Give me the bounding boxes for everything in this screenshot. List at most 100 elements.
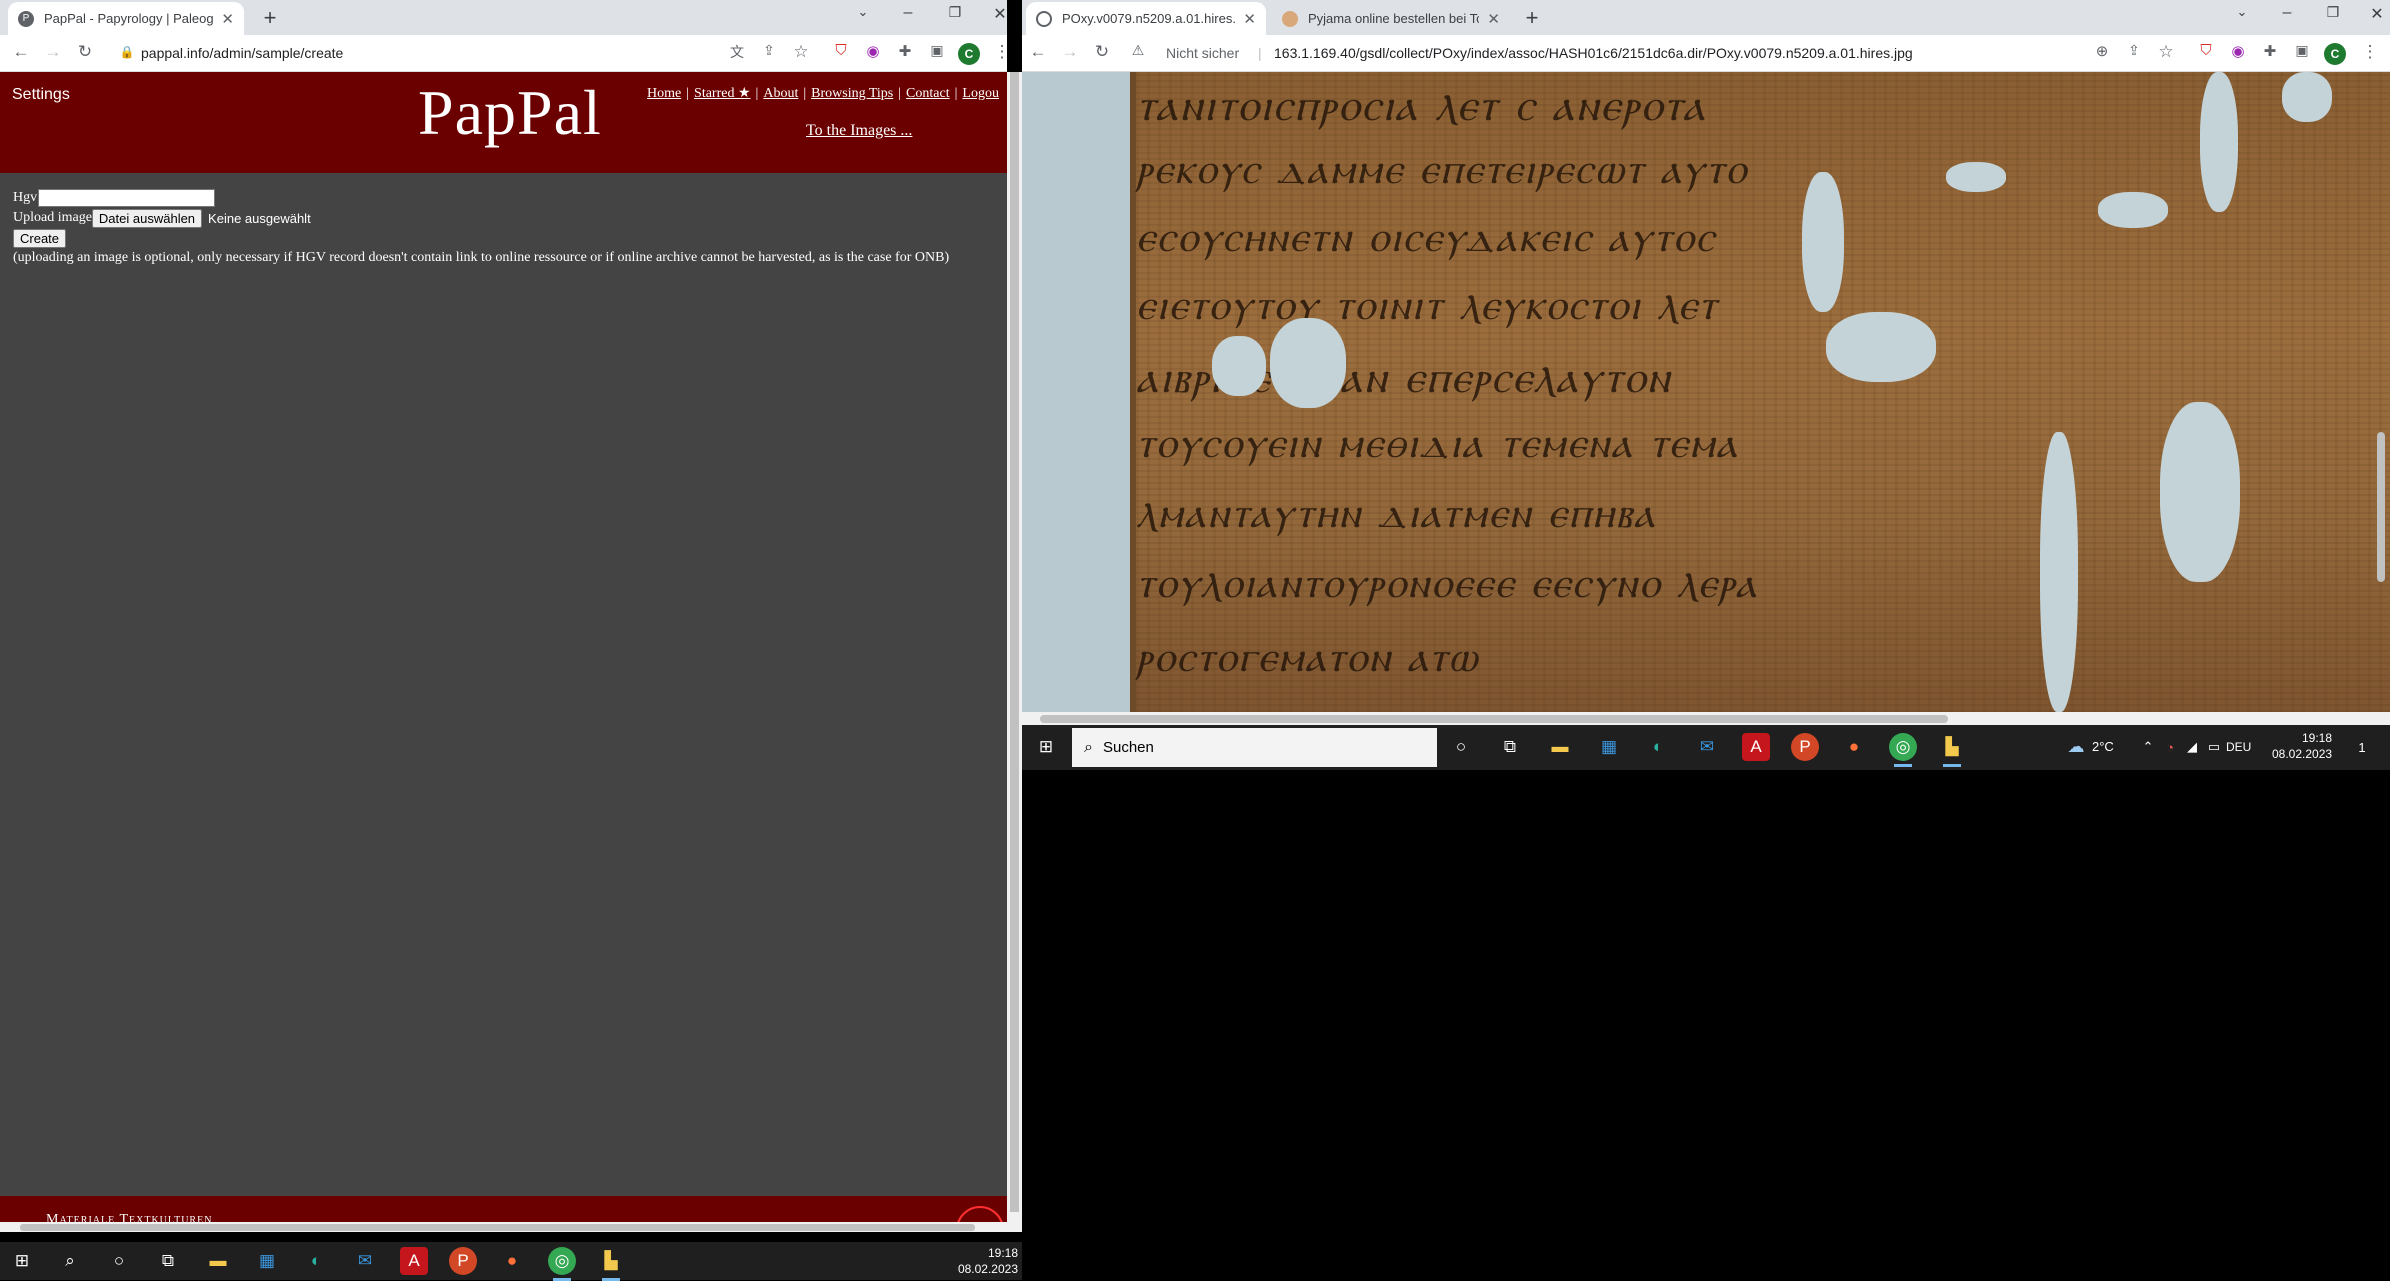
taskbar-clock[interactable]: 19:18 08.02.2023: [2272, 730, 2332, 762]
create-button[interactable]: Create: [13, 228, 67, 248]
menu-kebab-icon[interactable]: ⋮: [2358, 42, 2382, 62]
battery-icon[interactable]: ▭: [2200, 733, 2228, 761]
nav-starred[interactable]: Starred ★: [694, 86, 750, 101]
choose-file-button[interactable]: Datei auswählen: [91, 208, 203, 228]
extension-lb-icon[interactable]: ◉: [2226, 42, 2250, 60]
close-icon[interactable]: ✕: [1243, 10, 1256, 28]
script-line: ⲉⲥⲟⲩⲥⲏⲛⲉⲧⲛ ⲟⲓⲥⲉⲩⲇⲁⲕⲉⲓⲥ ⲁⲩⲧⲟⲥ: [1136, 212, 1716, 261]
firefox-icon[interactable]: ●: [1840, 733, 1868, 761]
new-tab-icon[interactable]: +: [1519, 5, 1545, 31]
vertical-scrollbar[interactable]: [1007, 72, 1022, 1232]
close-window-icon[interactable]: ✕: [985, 4, 1007, 24]
taskbar-search[interactable]: ⌕ Suchen: [1072, 728, 1437, 767]
extension-shield-icon[interactable]: ⛉: [829, 42, 853, 59]
task-view-icon[interactable]: ⧉: [1496, 733, 1524, 761]
nav-home[interactable]: Home: [647, 86, 681, 101]
to-images-link[interactable]: To the Images ...: [806, 122, 912, 140]
translate-icon[interactable]: 文: [725, 42, 749, 62]
taskbar-clock[interactable]: 19:18 08.02.2023: [950, 1245, 1018, 1277]
nav-about[interactable]: About: [763, 86, 798, 101]
acrobat-icon[interactable]: A: [400, 1247, 428, 1275]
powerpoint-icon[interactable]: P: [449, 1247, 477, 1275]
restore-icon[interactable]: ❐: [2318, 4, 2348, 21]
url-input[interactable]: pappal.info/admin/sample/create: [141, 45, 343, 61]
close-icon[interactable]: ✕: [1487, 10, 1500, 28]
minimize-icon[interactable]: –: [893, 4, 923, 22]
tab-pyjama[interactable]: Pyjama online bestellen bei Tchi ✕: [1272, 2, 1510, 35]
security-label[interactable]: Nicht sicher: [1166, 45, 1239, 61]
mail-icon[interactable]: ✉: [351, 1247, 379, 1275]
restore-icon[interactable]: ❐: [940, 4, 970, 21]
language-indicator[interactable]: DEU: [2226, 739, 2251, 755]
settings-link[interactable]: Settings: [12, 86, 70, 104]
firefox-icon[interactable]: ●: [498, 1247, 526, 1275]
scrollbar-thumb[interactable]: [20, 1224, 975, 1231]
close-icon[interactable]: ✕: [221, 10, 234, 28]
close-window-icon[interactable]: ✕: [2362, 4, 2390, 24]
tab-poxy-image[interactable]: POxy.v0079.n5209.a.01.hires.jpg ✕: [1026, 2, 1266, 35]
bookmark-star-icon[interactable]: ☆: [2154, 42, 2178, 62]
bookmark-star-icon[interactable]: ☆: [789, 42, 813, 62]
sidepanel-icon[interactable]: ▣: [925, 42, 949, 59]
back-icon[interactable]: ←: [9, 42, 33, 62]
lock-icon[interactable]: 🔒: [115, 45, 139, 59]
nav-logout[interactable]: Logou: [962, 86, 999, 101]
cortana-icon[interactable]: ○: [1447, 733, 1475, 761]
explorer-window-icon[interactable]: ▙: [597, 1247, 625, 1281]
explorer-window-icon[interactable]: ▙: [1938, 733, 1966, 767]
edge-icon[interactable]: ◐: [302, 1247, 330, 1275]
back-icon[interactable]: ←: [1026, 42, 1050, 62]
weather-icon[interactable]: ☁: [2062, 733, 2090, 761]
nav-browsing-tips[interactable]: Browsing Tips: [811, 86, 893, 101]
extension-shield-icon[interactable]: ⛉: [2194, 42, 2218, 59]
windows-start-icon[interactable]: ⊞: [1032, 733, 1060, 761]
share-icon[interactable]: ⇪: [2122, 42, 2146, 59]
chrome-icon[interactable]: ◎: [548, 1247, 576, 1281]
edge-icon[interactable]: ◐: [1644, 733, 1672, 761]
horizontal-scrollbar[interactable]: [0, 1222, 1007, 1232]
powerpoint-icon[interactable]: P: [1791, 733, 1819, 761]
horizontal-scrollbar[interactable]: [1022, 712, 2390, 725]
hgv-input[interactable]: [38, 189, 216, 207]
weather-temp[interactable]: 2°C: [2092, 739, 2114, 755]
reload-icon[interactable]: ↻: [73, 42, 97, 62]
file-explorer-icon[interactable]: ▬: [204, 1247, 232, 1275]
windows-start-icon[interactable]: ⊞: [8, 1247, 36, 1275]
cortana-icon[interactable]: ○: [105, 1247, 133, 1275]
chrome-icon[interactable]: ◎: [1889, 733, 1917, 767]
forward-icon[interactable]: →: [41, 42, 65, 62]
file-explorer-icon[interactable]: ▬: [1546, 733, 1574, 761]
chevron-down-icon[interactable]: ⌄: [2227, 4, 2257, 20]
notification-icon[interactable]: 1: [2348, 733, 2376, 761]
forward-icon[interactable]: →: [1058, 42, 1082, 62]
reload-icon[interactable]: ↻: [1090, 42, 1114, 62]
scrollbar-thumb[interactable]: [2377, 432, 2385, 582]
url-input[interactable]: 163.1.169.40/gsdl/collect/POxy/index/ass…: [1274, 45, 1913, 61]
mail-icon[interactable]: ✉: [1693, 733, 1721, 761]
zoom-icon[interactable]: ⊕: [2090, 42, 2114, 60]
profile-avatar[interactable]: C: [2324, 43, 2346, 65]
minimize-icon[interactable]: –: [2272, 4, 2302, 22]
acrobat-icon[interactable]: A: [1742, 733, 1770, 761]
store-icon[interactable]: ▦: [253, 1247, 281, 1275]
nav-contact[interactable]: Contact: [906, 86, 950, 101]
menu-kebab-icon[interactable]: ⋮: [990, 42, 1008, 62]
extension-lb-icon[interactable]: ◉: [861, 42, 885, 60]
search-icon[interactable]: ⌕: [56, 1247, 84, 1275]
script-line: ⲉⲓⲉⲧⲟⲩⲧⲟⲩ ⲧⲟⲓⲛⲓⲧ ⲗⲉⲩⲕⲟⲥⲧⲟⲓ ⲗⲉⲧ: [1136, 280, 1719, 329]
tab-pappal[interactable]: P PapPal - Papyrology | Paleograph ✕: [8, 2, 244, 35]
profile-avatar[interactable]: C: [958, 43, 980, 65]
warning-icon[interactable]: ⚠: [1126, 42, 1150, 59]
site-logo[interactable]: PapPal: [418, 76, 602, 150]
puzzle-extensions-icon[interactable]: ✚: [2258, 42, 2282, 60]
store-icon[interactable]: ▦: [1595, 733, 1623, 761]
new-tab-icon[interactable]: +: [257, 5, 283, 31]
sidepanel-icon[interactable]: ▣: [2290, 42, 2314, 59]
task-view-icon[interactable]: ⧉: [154, 1247, 182, 1275]
scrollbar-thumb[interactable]: [1040, 715, 1948, 723]
chevron-down-icon[interactable]: ⌄: [848, 4, 878, 20]
image-viewport[interactable]: ⲧⲁⲛⲓⲧⲟⲓⲥⲡⲣⲟⲥⲓⲁ ⲗⲉⲧ ⲥ ⲁⲛⲉⲣⲟⲧⲁ ⲣⲉⲕⲟⲩⲥ ⲇⲁⲙⲙ…: [1022, 72, 2390, 712]
puzzle-extensions-icon[interactable]: ✚: [893, 42, 917, 60]
share-icon[interactable]: ⇪: [757, 42, 781, 59]
scrollbar-thumb[interactable]: [1010, 72, 1019, 1212]
